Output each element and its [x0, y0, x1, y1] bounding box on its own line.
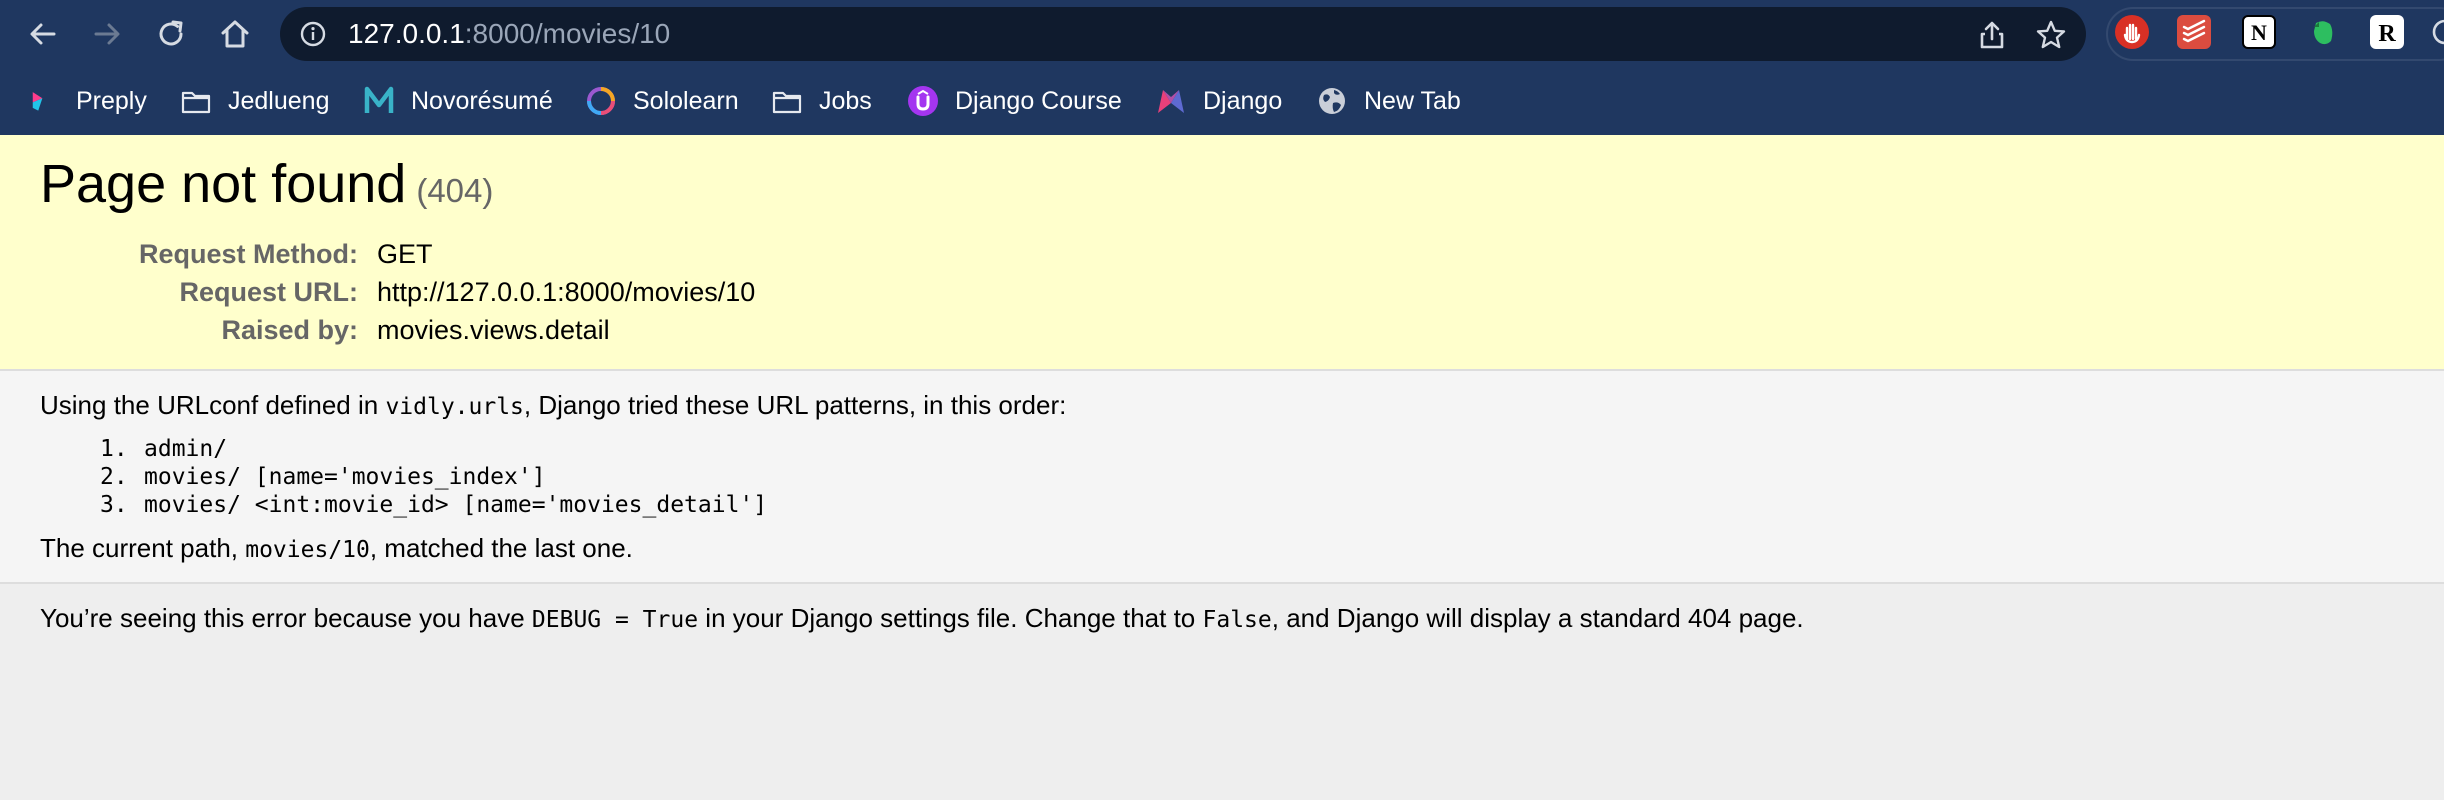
novoresume-icon	[364, 86, 394, 113]
bookmark-label: Jobs	[819, 86, 872, 115]
bookmarks-bar: Preply Jedlueng Novorésumé Sololearn Job…	[0, 78, 2444, 124]
evernote-icon[interactable]	[2306, 15, 2340, 49]
sololearn-icon	[587, 87, 615, 115]
preply-icon	[32, 92, 43, 111]
bookmark-label: Django Course	[955, 86, 1122, 115]
home-button[interactable]	[213, 12, 257, 56]
debug-setting-code: DEBUG = True	[531, 607, 699, 633]
browser-toolbar: 127.0.0.1:8000/movies/10 N R	[0, 0, 2444, 68]
request-url-label: Request URL:	[179, 277, 358, 307]
pattern-number: 3.	[100, 492, 128, 518]
bookmark-label: Preply	[76, 86, 147, 115]
bookmark-sololearn[interactable]: Sololearn	[585, 78, 739, 124]
urlconf-suffix: , Django tried these URL patterns, in th…	[523, 390, 1067, 420]
explanation-part: You’re seeing this error because you hav…	[40, 603, 532, 633]
share-icon[interactable]	[1976, 19, 2008, 51]
notion-icon[interactable]: N	[2242, 15, 2276, 49]
current-path-note: The current path, movies/10, matched the…	[40, 533, 633, 564]
bookmark-label: Sololearn	[633, 86, 739, 115]
bookmark-django-course[interactable]: Django Course	[907, 78, 1122, 124]
urlconf-module: vidly.urls	[385, 394, 524, 420]
url-path: :8000/movies/10	[464, 18, 671, 49]
readwise-icon[interactable]: R	[2370, 15, 2404, 49]
urlconf-info: Using the URLconf defined in vidly.urls,…	[0, 371, 2444, 584]
url-host: 127.0.0.1	[348, 18, 465, 49]
explanation-part: , and Django will display a standard 404…	[1271, 603, 1804, 633]
extension-overflow-icon[interactable]	[2428, 15, 2444, 49]
bookmark-label: Jedlueng	[228, 86, 330, 115]
bookmark-jobs[interactable]: Jobs	[771, 78, 872, 124]
bookmark-jedlueng[interactable]: Jedlueng	[180, 78, 329, 124]
pattern-text: movies/ <int:movie_id> [name='movies_det…	[144, 492, 768, 518]
svg-text:R: R	[2378, 21, 2396, 47]
bookmark-novoresume[interactable]: Novorésumé	[363, 78, 553, 124]
page-title-text: Page not found	[40, 154, 407, 214]
pattern-number: 2.	[100, 464, 128, 490]
request-method-label: Request Method:	[139, 239, 358, 269]
explanation-part: in your Django settings file. Change tha…	[698, 603, 1203, 633]
svg-text:N: N	[2251, 20, 2267, 45]
false-code: False	[1202, 607, 1272, 633]
error-summary: Page not found (404) Request Method: GET …	[0, 135, 2444, 371]
forward-button[interactable]	[85, 12, 129, 56]
udemy-icon	[908, 86, 938, 116]
status-code: (404)	[416, 172, 494, 209]
url-pattern: 2. movies/ [name='movies_index']	[100, 463, 767, 491]
todoist-icon[interactable]	[2177, 15, 2211, 49]
pattern-text: movies/ [name='movies_index']	[144, 464, 546, 490]
url-pattern: 3. movies/ <int:movie_id> [name='movies_d…	[100, 491, 767, 519]
urlconf-prefix: Using the URLconf defined in	[40, 390, 386, 420]
debug-explanation: You’re seeing this error because you hav…	[0, 584, 2444, 800]
reload-icon	[159, 20, 183, 46]
address-bar[interactable]: 127.0.0.1:8000/movies/10	[280, 7, 2086, 61]
back-button[interactable]	[21, 12, 65, 56]
pattern-number: 1.	[100, 436, 128, 462]
globe-icon	[1319, 88, 1345, 114]
arrow-right-icon	[94, 23, 120, 45]
bookmark-label: New Tab	[1364, 86, 1461, 115]
arrow-left-icon	[30, 23, 56, 45]
reload-button[interactable]	[149, 12, 193, 56]
current-path-prefix: The current path,	[40, 533, 246, 563]
current-path-suffix: , matched the last one.	[369, 533, 633, 563]
url-pattern: 1. admin/	[100, 435, 767, 463]
url-text[interactable]: 127.0.0.1:8000/movies/10	[348, 7, 670, 61]
site-info-icon[interactable]	[300, 21, 326, 47]
page-title: Page not found (404)	[40, 153, 493, 215]
current-path: movies/10	[245, 537, 370, 563]
bookmark-label: Django	[1203, 86, 1283, 115]
raised-by-label: Raised by:	[221, 315, 358, 345]
home-icon	[221, 20, 249, 48]
bookmark-label: Novorésumé	[411, 86, 553, 115]
raised-by-value: movies.views.detail	[377, 315, 610, 345]
request-method-value: GET	[377, 239, 433, 269]
url-pattern-list: 1. admin/ 2. movies/ [name='movies_index']…	[100, 435, 767, 519]
django-bookmark-icon	[1158, 90, 1184, 113]
request-url-value: http://127.0.0.1:8000/movies/10	[377, 277, 756, 307]
browser-chrome: 127.0.0.1:8000/movies/10 N R Preply Jedl…	[0, 0, 2444, 135]
folder-icon	[181, 91, 211, 114]
pattern-text: admin/	[144, 436, 228, 462]
bookmark-django[interactable]: Django	[1155, 78, 1282, 124]
urlconf-description: Using the URLconf defined in vidly.urls,…	[40, 390, 1066, 421]
star-icon[interactable]	[2035, 19, 2067, 51]
folder-icon	[772, 91, 802, 114]
bookmark-new-tab[interactable]: New Tab	[1316, 78, 1461, 124]
debug-explanation-text: You’re seeing this error because you hav…	[40, 603, 1804, 634]
adblock-icon[interactable]	[2115, 15, 2149, 49]
bookmark-preply[interactable]: Preply	[30, 78, 147, 124]
